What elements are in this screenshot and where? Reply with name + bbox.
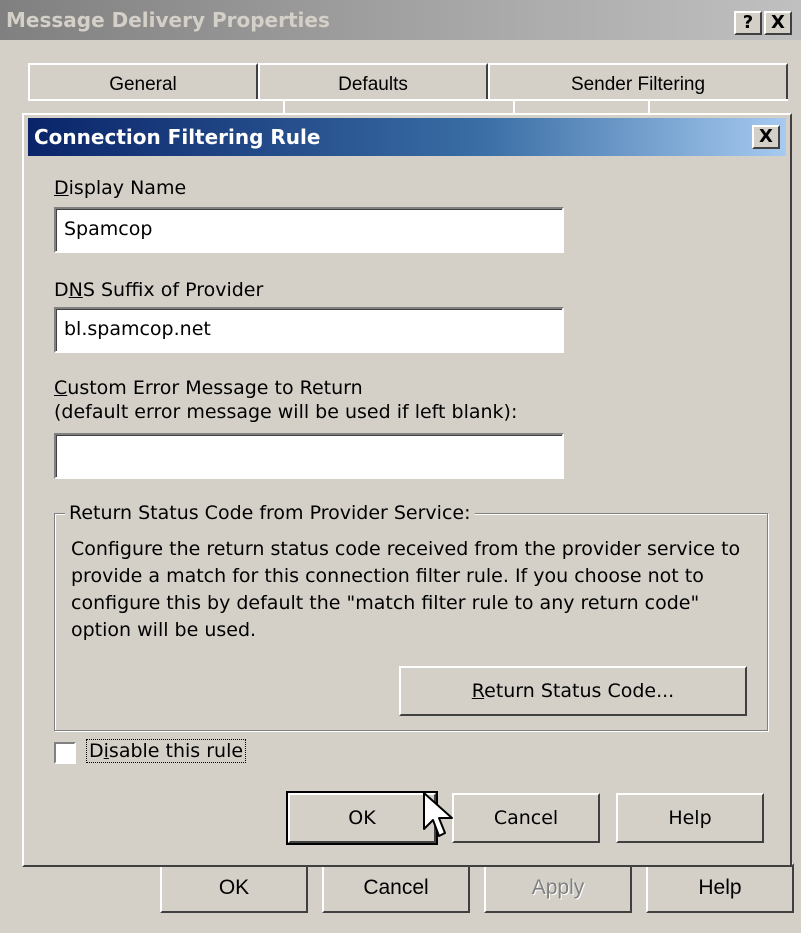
outer-ok-button[interactable]: OK (160, 863, 308, 913)
return-status-description: Configure the return status code receive… (71, 538, 741, 641)
outer-apply-button[interactable]: Apply (484, 863, 632, 913)
custom-error-field[interactable] (54, 433, 564, 479)
dialog-title: Connection Filtering Rule (34, 125, 321, 149)
display-name-field[interactable]: Spamcop (54, 207, 564, 253)
tab-defaults[interactable]: Defaults (258, 63, 488, 99)
connection-filtering-rule-dialog: Connection Filtering Rule X Display Name… (22, 113, 792, 867)
return-status-group-title: Return Status Code from Provider Service… (65, 502, 475, 524)
mouse-pointer-icon (423, 792, 453, 837)
help-button[interactable]: ? (734, 11, 762, 35)
return-status-group: Return Status Code from Provider Service… (54, 502, 768, 731)
dns-suffix-label: DNS Suffix of Provider (54, 279, 264, 301)
tab-row-2-divider (648, 99, 650, 113)
dns-suffix-field[interactable]: bl.spamcop.net (54, 307, 564, 353)
display-name-label: Display Name (54, 177, 187, 199)
ok-button[interactable]: OK (286, 791, 438, 845)
tab-row-2-divider (283, 99, 285, 113)
custom-error-label: Custom Error Message to Return (default … (54, 377, 518, 423)
return-status-code-button[interactable]: Return Status Code... (399, 666, 747, 716)
outer-title-bar: Message Delivery Properties ? X (0, 0, 801, 40)
outer-cancel-button[interactable]: Cancel (322, 863, 470, 913)
dialog-title-bar: Connection Filtering Rule X (28, 118, 786, 156)
tab-sender-filtering[interactable]: Sender Filtering (488, 63, 788, 99)
cancel-button[interactable]: Cancel (452, 793, 600, 843)
tab-row-2-divider (513, 99, 515, 113)
dialog-close-button[interactable]: X (752, 125, 780, 149)
disable-rule-label[interactable]: Disable this rule (86, 739, 247, 763)
help-button-dialog[interactable]: Help (616, 793, 764, 843)
outer-help-button[interactable]: Help (646, 863, 794, 913)
tab-row-2 (28, 99, 788, 113)
disable-rule-checkbox[interactable] (54, 742, 76, 764)
outer-close-button[interactable]: X (764, 11, 792, 35)
tab-general[interactable]: General (28, 63, 258, 99)
outer-window-title: Message Delivery Properties (6, 8, 330, 32)
